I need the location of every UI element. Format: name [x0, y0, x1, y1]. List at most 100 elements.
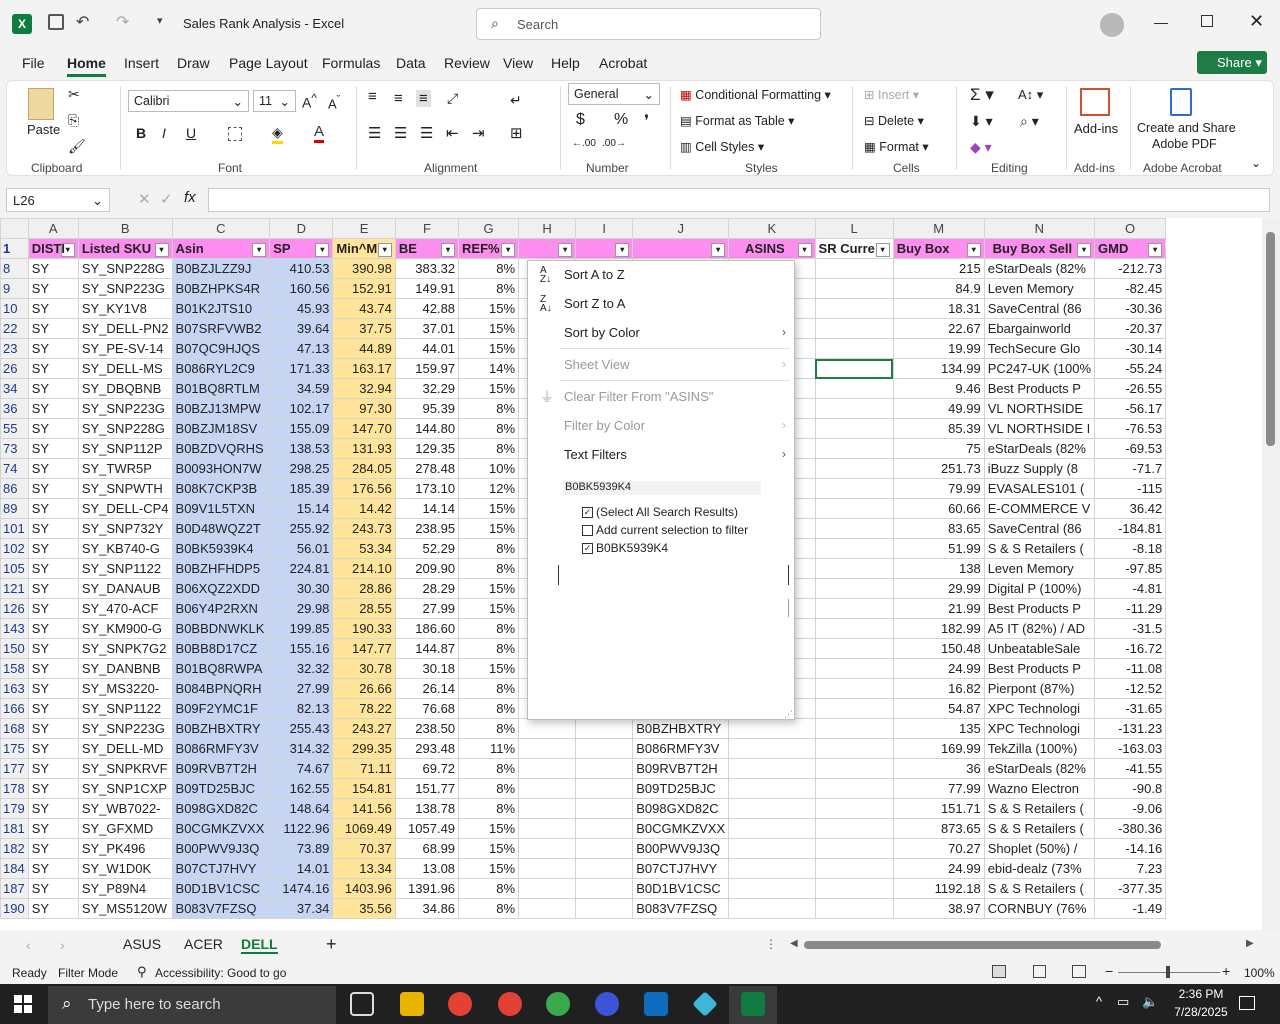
- cell[interactable]: [814, 298, 894, 319]
- zoom-out-icon[interactable]: −: [1105, 963, 1113, 979]
- cell[interactable]: 70.37: [332, 838, 396, 859]
- row-header[interactable]: 158: [0, 658, 29, 679]
- filter-dropdown-icon[interactable]: ▾: [711, 242, 726, 257]
- cell[interactable]: 15%: [458, 298, 520, 319]
- cell[interactable]: SY: [27, 638, 79, 659]
- cell[interactable]: 37.01: [394, 318, 460, 339]
- cell[interactable]: ebid-dealz (73%: [983, 858, 1096, 879]
- cell[interactable]: -30.14: [1094, 338, 1167, 359]
- cell[interactable]: 255.43: [269, 718, 334, 739]
- cell[interactable]: 314.32: [269, 738, 334, 759]
- cell[interactable]: 34.86: [394, 898, 460, 919]
- cell[interactable]: 15%: [458, 858, 520, 879]
- cell[interactable]: 14%: [458, 358, 520, 379]
- align-bottom-icon[interactable]: ≡: [416, 90, 431, 107]
- cell[interactable]: [518, 858, 577, 879]
- row-header[interactable]: 163: [0, 678, 29, 699]
- cell[interactable]: 73.89: [269, 838, 334, 859]
- cell[interactable]: 149.91: [394, 278, 460, 299]
- row-header[interactable]: 9: [0, 278, 29, 299]
- column-header-n[interactable]: N: [983, 218, 1096, 239]
- cell[interactable]: 52.29: [394, 538, 460, 559]
- cell[interactable]: 243.27: [332, 718, 396, 739]
- row-header[interactable]: 187: [0, 878, 29, 899]
- checkbox-select-all[interactable]: ✓: [582, 507, 593, 518]
- align-left-icon[interactable]: ☰: [368, 124, 381, 142]
- cell[interactable]: 238.95: [394, 518, 460, 539]
- cell[interactable]: 129.35: [394, 438, 460, 459]
- cell[interactable]: Shoplet (50%) /: [983, 838, 1096, 859]
- cell[interactable]: B084BPNQRH: [171, 678, 271, 699]
- cell[interactable]: -55.24: [1094, 358, 1167, 379]
- cell[interactable]: SY: [27, 338, 79, 359]
- cell[interactable]: SY_DELL-MS: [77, 358, 173, 379]
- increase-decimal-icon[interactable]: ←.00: [572, 138, 596, 149]
- cell[interactable]: 30.78: [332, 658, 396, 679]
- cell[interactable]: 383.32: [394, 258, 460, 279]
- cell[interactable]: 199.85: [269, 618, 334, 639]
- row-header[interactable]: 8: [0, 258, 29, 279]
- cell[interactable]: 44.01: [394, 338, 460, 359]
- cell[interactable]: 138: [892, 558, 985, 579]
- percent-style-icon[interactable]: %: [614, 111, 628, 129]
- cell[interactable]: 8%: [458, 398, 520, 419]
- cell[interactable]: 8%: [458, 258, 520, 279]
- cell[interactable]: 29.98: [269, 598, 334, 619]
- cell[interactable]: SY: [27, 518, 79, 539]
- cell[interactable]: [814, 438, 894, 459]
- cell[interactable]: SY_SNP1CXP: [77, 778, 173, 799]
- format-painter-icon[interactable]: 🖌: [68, 138, 86, 155]
- row-header[interactable]: 86: [0, 478, 29, 499]
- column-header-e[interactable]: E: [332, 218, 396, 239]
- cell[interactable]: [814, 598, 894, 619]
- row-header[interactable]: 121: [0, 578, 29, 599]
- cell[interactable]: SY: [27, 898, 79, 919]
- cell[interactable]: B0D1BV1CSC: [171, 878, 271, 899]
- cell[interactable]: 1391.96: [394, 878, 460, 899]
- cell[interactable]: 32.32: [269, 658, 334, 679]
- cell[interactable]: 152.91: [332, 278, 396, 299]
- cell[interactable]: SY_KY1V8: [77, 298, 173, 319]
- cell[interactable]: 11%: [458, 738, 520, 759]
- cell[interactable]: 163.17: [332, 358, 396, 379]
- cell[interactable]: [814, 458, 894, 479]
- cell[interactable]: B083V7FZSQ: [632, 898, 730, 919]
- cell[interactable]: 79.99: [892, 478, 985, 499]
- row-header[interactable]: 126: [0, 598, 29, 619]
- row-header[interactable]: 26: [0, 358, 29, 379]
- cell[interactable]: 144.80: [394, 418, 460, 439]
- cell[interactable]: [575, 858, 634, 879]
- cell[interactable]: [728, 898, 816, 919]
- row-header[interactable]: 36: [0, 398, 29, 419]
- cell[interactable]: 28.29: [394, 578, 460, 599]
- formula-input[interactable]: [208, 188, 1270, 212]
- cell[interactable]: -14.16: [1094, 838, 1167, 859]
- row-header[interactable]: 179: [0, 798, 29, 819]
- cell[interactable]: 15%: [458, 578, 520, 599]
- cell[interactable]: SaveCentral (86: [983, 518, 1096, 539]
- cell[interactable]: [575, 878, 634, 899]
- addins-icon[interactable]: [1080, 88, 1110, 116]
- cell[interactable]: SY_KM900-G: [77, 618, 173, 639]
- cell[interactable]: B06Y4P2RXN: [171, 598, 271, 619]
- cell[interactable]: -69.53: [1094, 438, 1167, 459]
- cell[interactable]: XPC Technologi: [983, 698, 1096, 719]
- clock-date[interactable]: 7/28/2025: [1169, 1005, 1233, 1019]
- cell[interactable]: XPC Technologi: [983, 718, 1096, 739]
- cell[interactable]: 141.56: [332, 798, 396, 819]
- cell[interactable]: 70.27: [892, 838, 985, 859]
- cell[interactable]: [728, 778, 816, 799]
- share-button[interactable]: Share ▾: [1197, 51, 1267, 74]
- cell[interactable]: SY: [27, 738, 79, 759]
- filter-dropdown-icon[interactable]: ▾: [1077, 242, 1092, 257]
- header-cell[interactable]: ▾ SR Curre: [814, 238, 894, 259]
- vertical-scrollbar[interactable]: [1262, 218, 1280, 930]
- header-cell[interactable]: ▾ DISTI: [27, 238, 79, 259]
- italic-icon[interactable]: I: [162, 125, 166, 141]
- cell[interactable]: SY_SNPWTH: [77, 478, 173, 499]
- align-top-icon[interactable]: ≡: [368, 88, 377, 105]
- cell[interactable]: 26.14: [394, 678, 460, 699]
- cell[interactable]: 284.05: [332, 458, 396, 479]
- prev-sheet-icon[interactable]: ‹: [26, 937, 31, 953]
- cell[interactable]: B0BZJM18SV: [171, 418, 271, 439]
